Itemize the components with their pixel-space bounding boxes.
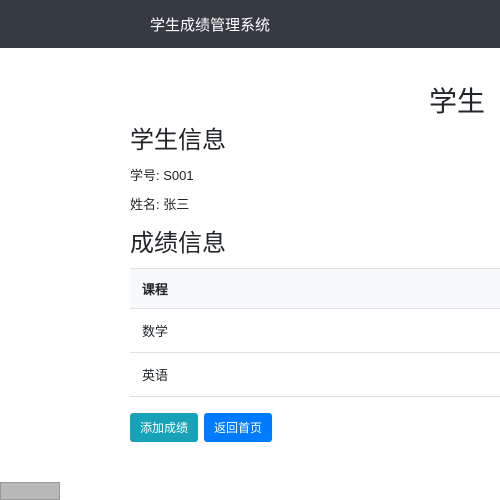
back-home-button[interactable]: 返回首页 [204,413,272,442]
student-info-heading: 学生信息 [130,120,500,155]
taskbar-fragment [0,482,60,500]
app-title: 学生成绩管理系统 [0,14,270,35]
navbar: 学生成绩管理系统 [0,0,500,48]
main-content: 学生信息 学号: S001 姓名: 张三 成绩信息 课程 数学 英语 添加成绩 … [0,48,500,442]
table-row: 英语 [130,352,500,397]
button-row: 添加成绩 返回首页 [130,413,500,442]
grades-table: 课程 数学 英语 [130,268,500,397]
student-name-value: 张三 [163,197,189,212]
student-name-line: 姓名: 张三 [130,194,500,213]
page-title-partial: 学生 [429,80,485,120]
add-grade-button[interactable]: 添加成绩 [130,413,198,442]
student-id-value: S001 [163,168,193,183]
student-name-label: 姓名: [130,197,160,212]
grades-heading: 成绩信息 [130,223,500,258]
table-header-course: 课程 [130,268,500,308]
table-row: 数学 [130,308,500,352]
student-id-label: 学号: [130,168,160,183]
student-id-line: 学号: S001 [130,165,500,184]
